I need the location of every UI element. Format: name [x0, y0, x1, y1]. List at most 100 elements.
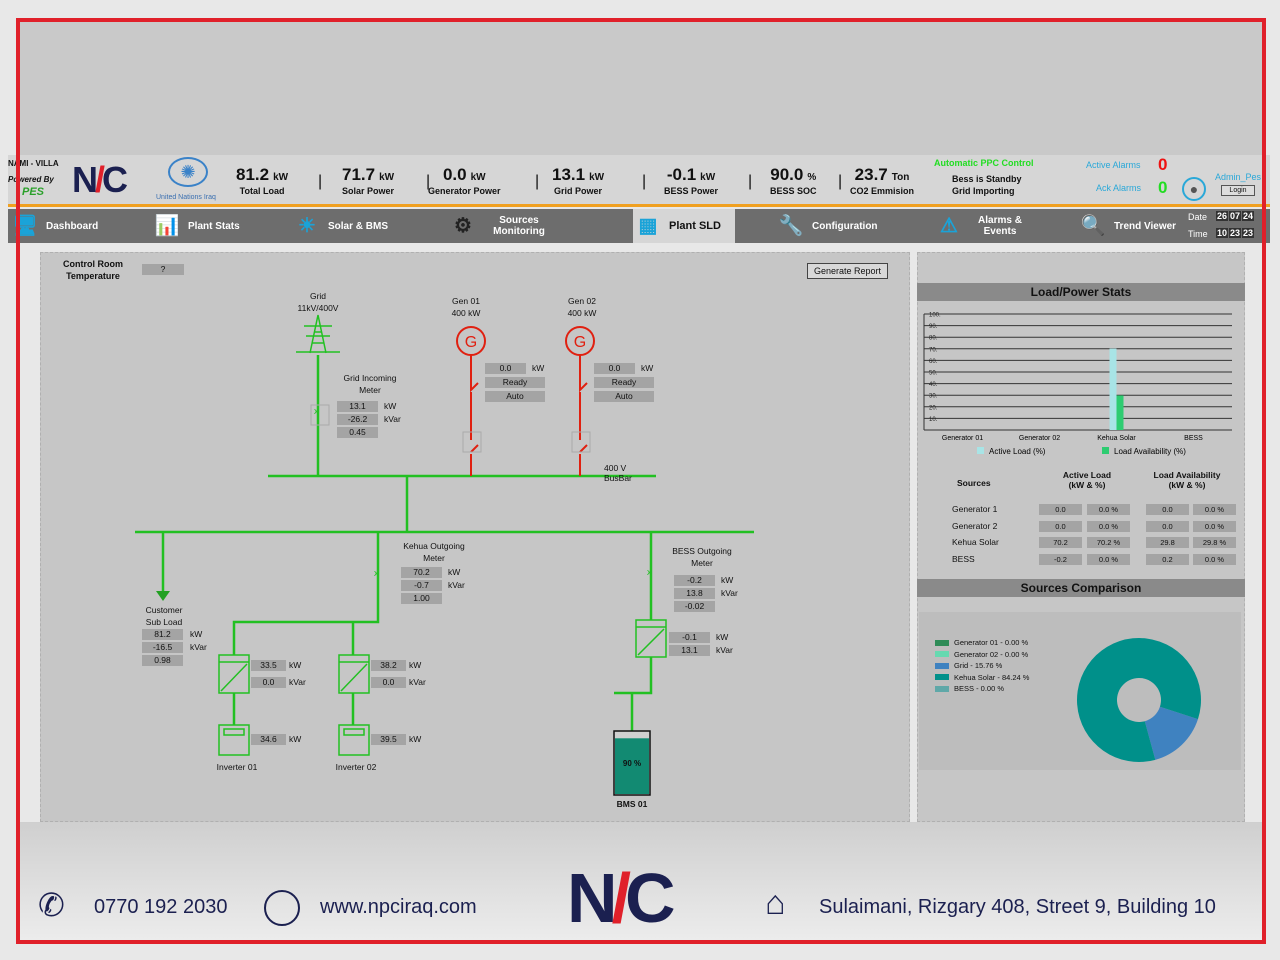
- table-cell: 70.2: [1039, 537, 1082, 548]
- table-row-source: Generator 1: [952, 504, 998, 514]
- generator-g-glyph: G: [574, 334, 586, 351]
- legend-swatch: [935, 639, 949, 646]
- legend-item: Generator 02 - 0.00 %: [935, 649, 1029, 661]
- globe-icon: [264, 890, 300, 926]
- y-tick-label: 30.: [929, 394, 938, 400]
- legend-swatch: [935, 662, 949, 669]
- grid-tower-icon: [296, 314, 340, 354]
- gen1-mode: Auto: [485, 391, 545, 402]
- table-cell: 0.0 %: [1193, 553, 1236, 565]
- legend-label: Load Availability (%): [1114, 447, 1186, 456]
- y-tick-label: 20.: [929, 405, 938, 411]
- inverter2-label: Inverter 02: [335, 762, 377, 772]
- inv1-ac-kvar: 0.0: [251, 677, 286, 688]
- inverter-2-converter-icon: [338, 654, 370, 694]
- table-header-load-availability: Load Availability (kW & %): [1153, 470, 1221, 490]
- legend-item: Kehua Solar - 84.24 %: [935, 672, 1029, 684]
- control-room-temp-label: Control Room Temperature: [63, 259, 123, 281]
- legend-swatch: [1102, 447, 1109, 454]
- customer-kw: 81.2: [142, 629, 183, 640]
- load-bar-chart: 10. 20. 30. 40. 50. 60. 70. 80. 90. 100. Generator…: [923, 313, 1232, 456]
- pie-legend: Generator 01 - 0.00 % Generator 02 - 0.00…: [935, 637, 1029, 695]
- bar-Load Availability (%): [1116, 395, 1124, 430]
- unit-label: kW: [641, 363, 654, 373]
- bess-kvar: 13.8: [674, 588, 715, 599]
- unit-label: kW: [532, 363, 545, 373]
- table-cell: -0.2: [1039, 553, 1082, 565]
- busbar-label: 400 V BusBar: [604, 463, 632, 483]
- inv1-dc-kw: 34.6: [251, 734, 286, 745]
- table-cell: 0.0: [1039, 520, 1082, 532]
- inverter-1-converter-icon: [218, 654, 250, 694]
- table-row-source: BESS: [952, 553, 975, 564]
- unit-label: kVar: [409, 677, 426, 687]
- x-tick-label: BESS: [1184, 435, 1203, 442]
- gen1-kw: 0.0: [485, 363, 526, 374]
- unit-label: kW: [448, 567, 461, 577]
- gen2-rating: 400 kW: [567, 308, 597, 318]
- control-room-temp-value: ?: [142, 264, 184, 275]
- unit-label: kW: [384, 401, 397, 411]
- gen2-name: Gen 02: [568, 296, 596, 306]
- generate-report-button[interactable]: Generate Report: [807, 263, 888, 279]
- phone-icon: ✆: [38, 887, 65, 923]
- legend-item: Grid - 15.76 %: [935, 660, 1029, 672]
- legend-label: Active Load (%): [989, 447, 1046, 456]
- kehua-kw: 70.2: [401, 567, 442, 578]
- table-header-sources: Sources: [957, 478, 991, 488]
- unit-label: kW: [190, 629, 203, 639]
- gen2-switch-line: [579, 355, 588, 476]
- sources-comparison-header: Sources Comparison: [917, 579, 1245, 597]
- bms-soc-text: 90 %: [622, 759, 642, 768]
- inv1-ac-kw: 33.5: [251, 660, 286, 671]
- unit-label: kW: [409, 734, 422, 744]
- table-cell: 29.8 %: [1193, 537, 1236, 548]
- unit-label: kW: [716, 632, 729, 642]
- customer-load-label: Customer Sub Load: [145, 605, 183, 627]
- unit-label: kVar: [721, 588, 738, 598]
- unit-label: kW: [409, 660, 422, 670]
- y-tick-label: 90.: [929, 324, 938, 330]
- y-tick-label: 100.: [929, 313, 941, 319]
- table-cell: 0.0: [1146, 504, 1189, 515]
- table-cell: 70.2 %: [1087, 537, 1130, 548]
- table-row-source: Kehua Solar: [952, 537, 999, 547]
- stats-table: Sources Active Load (kW & %) Load Availa…: [917, 466, 1245, 576]
- y-tick-label: 50.: [929, 371, 938, 377]
- grid-kw: 13.1: [337, 401, 378, 412]
- load-arrow-icon: [156, 591, 170, 601]
- legend-item: BESS - 0.00 %: [935, 683, 1029, 695]
- unit-label: kW: [289, 660, 302, 670]
- bess-meter-label: BESS Outgoing Meter: [672, 546, 732, 568]
- y-tick-label: 10.: [929, 417, 938, 423]
- x-tick-label: Generator 02: [1019, 435, 1060, 442]
- gen1-rating: 400 kW: [451, 308, 481, 318]
- customer-pf: 0.98: [142, 655, 183, 666]
- gen1-switch-line: [470, 355, 479, 476]
- legend-label: Kehua Solar - 84.24 %: [954, 672, 1030, 682]
- y-tick-label: 60.: [929, 359, 938, 365]
- footer-npc-logo: N/C: [567, 859, 676, 937]
- grid-meter-label: Grid Incoming Meter: [343, 373, 397, 395]
- table-cell: 0.0 %: [1193, 520, 1236, 532]
- legend-swatch: [977, 447, 984, 454]
- breaker-closed-icon: x: [314, 406, 319, 416]
- bess-kw: -0.2: [674, 575, 715, 586]
- breaker-closed-icon: x: [647, 567, 652, 577]
- unit-label: kVar: [289, 677, 306, 687]
- sources-donut-chart: [1077, 638, 1201, 762]
- legend-swatch: [935, 651, 949, 658]
- legend-swatch: [935, 674, 949, 681]
- gen2-state: Ready: [594, 377, 654, 388]
- table-cell: 0.0 %: [1087, 520, 1130, 532]
- gen2-mode: Auto: [594, 391, 654, 402]
- bess-pf: -0.02: [674, 601, 715, 612]
- table-cell: 0.0 %: [1193, 504, 1236, 515]
- bess-pcs-kw: -0.1: [669, 632, 710, 643]
- table-cell: 0.2: [1146, 553, 1189, 565]
- home-icon: ⌂: [765, 884, 786, 922]
- grid-pf: 0.45: [337, 427, 378, 438]
- legend-label: BESS - 0.00 %: [954, 684, 1005, 694]
- generator-g-glyph: G: [465, 334, 477, 351]
- unit-label: kVar: [716, 645, 733, 655]
